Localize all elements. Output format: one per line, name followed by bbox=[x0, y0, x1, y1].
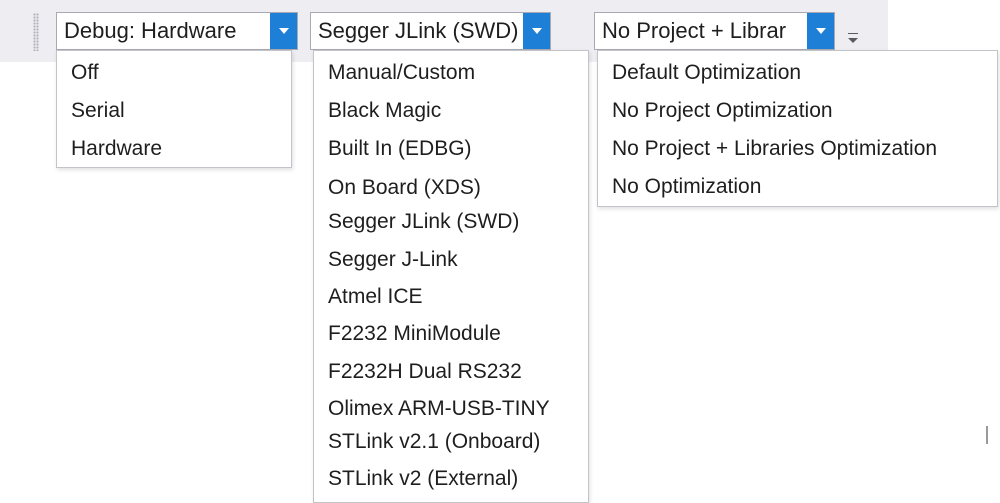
optimization-option-no-project-libraries[interactable]: No Project + Libraries Optimization bbox=[612, 136, 937, 162]
optimization-option-default[interactable]: Default Optimization bbox=[612, 60, 801, 86]
optimization-dropdown: Default Optimization No Project Optimiza… bbox=[597, 50, 998, 207]
programmer-option-built-in-edbg[interactable]: Built In (EDBG) bbox=[328, 136, 472, 162]
overflow-line-icon bbox=[848, 33, 858, 34]
chevron-down-icon[interactable] bbox=[523, 13, 550, 49]
debug-option-hardware[interactable]: Hardware bbox=[71, 136, 162, 162]
programmer-option-black-magic[interactable]: Black Magic bbox=[328, 98, 441, 124]
resize-edge-mark bbox=[986, 426, 988, 444]
programmer-option-segger-jlink-swd[interactable]: Segger JLink (SWD) bbox=[328, 209, 519, 235]
overflow-arrow-icon bbox=[848, 38, 858, 43]
debug-option-serial[interactable]: Serial bbox=[71, 98, 125, 124]
programmer-combobox[interactable]: Segger JLink (SWD) bbox=[310, 12, 551, 50]
programmer-option-f2232-minimodule[interactable]: F2232 MiniModule bbox=[328, 321, 501, 347]
chevron-down-icon[interactable] bbox=[270, 13, 297, 49]
programmer-option-olimex-arm-usb-tiny[interactable]: Olimex ARM-USB-TINY bbox=[328, 396, 550, 422]
debug-mode-combobox-value: Debug: Hardware bbox=[64, 18, 237, 43]
debug-option-off[interactable]: Off bbox=[71, 60, 99, 86]
toolbar-grip-handle[interactable] bbox=[33, 13, 39, 51]
programmer-option-on-board-xds[interactable]: On Board (XDS) bbox=[328, 175, 481, 201]
debug-mode-combobox[interactable]: Debug: Hardware bbox=[56, 12, 298, 50]
optimization-option-none[interactable]: No Optimization bbox=[612, 174, 761, 200]
optimization-combobox-value: No Project + Librar bbox=[602, 18, 787, 43]
programmer-option-stlink-v21-onboard[interactable]: STLink v2.1 (Onboard) bbox=[328, 429, 540, 455]
programmer-combobox-value: Segger JLink (SWD) bbox=[318, 18, 519, 43]
programmer-option-atmel-ice[interactable]: Atmel ICE bbox=[328, 284, 423, 310]
programmer-dropdown: Manual/Custom Black Magic Built In (EDBG… bbox=[313, 50, 589, 503]
chevron-down-icon[interactable] bbox=[807, 13, 834, 49]
optimization-option-no-project[interactable]: No Project Optimization bbox=[612, 98, 833, 124]
optimization-combobox[interactable]: No Project + Librar bbox=[594, 12, 835, 50]
programmer-option-f2232h-dual-rs232[interactable]: F2232H Dual RS232 bbox=[328, 359, 522, 385]
debug-mode-dropdown: Off Serial Hardware bbox=[56, 50, 292, 168]
programmer-option-manual-custom[interactable]: Manual/Custom bbox=[328, 60, 475, 86]
programmer-option-stlink-v2-external[interactable]: STLink v2 (External) bbox=[328, 466, 518, 492]
toolbar-overflow-button[interactable] bbox=[843, 27, 863, 49]
programmer-option-segger-j-link[interactable]: Segger J-Link bbox=[328, 247, 458, 273]
